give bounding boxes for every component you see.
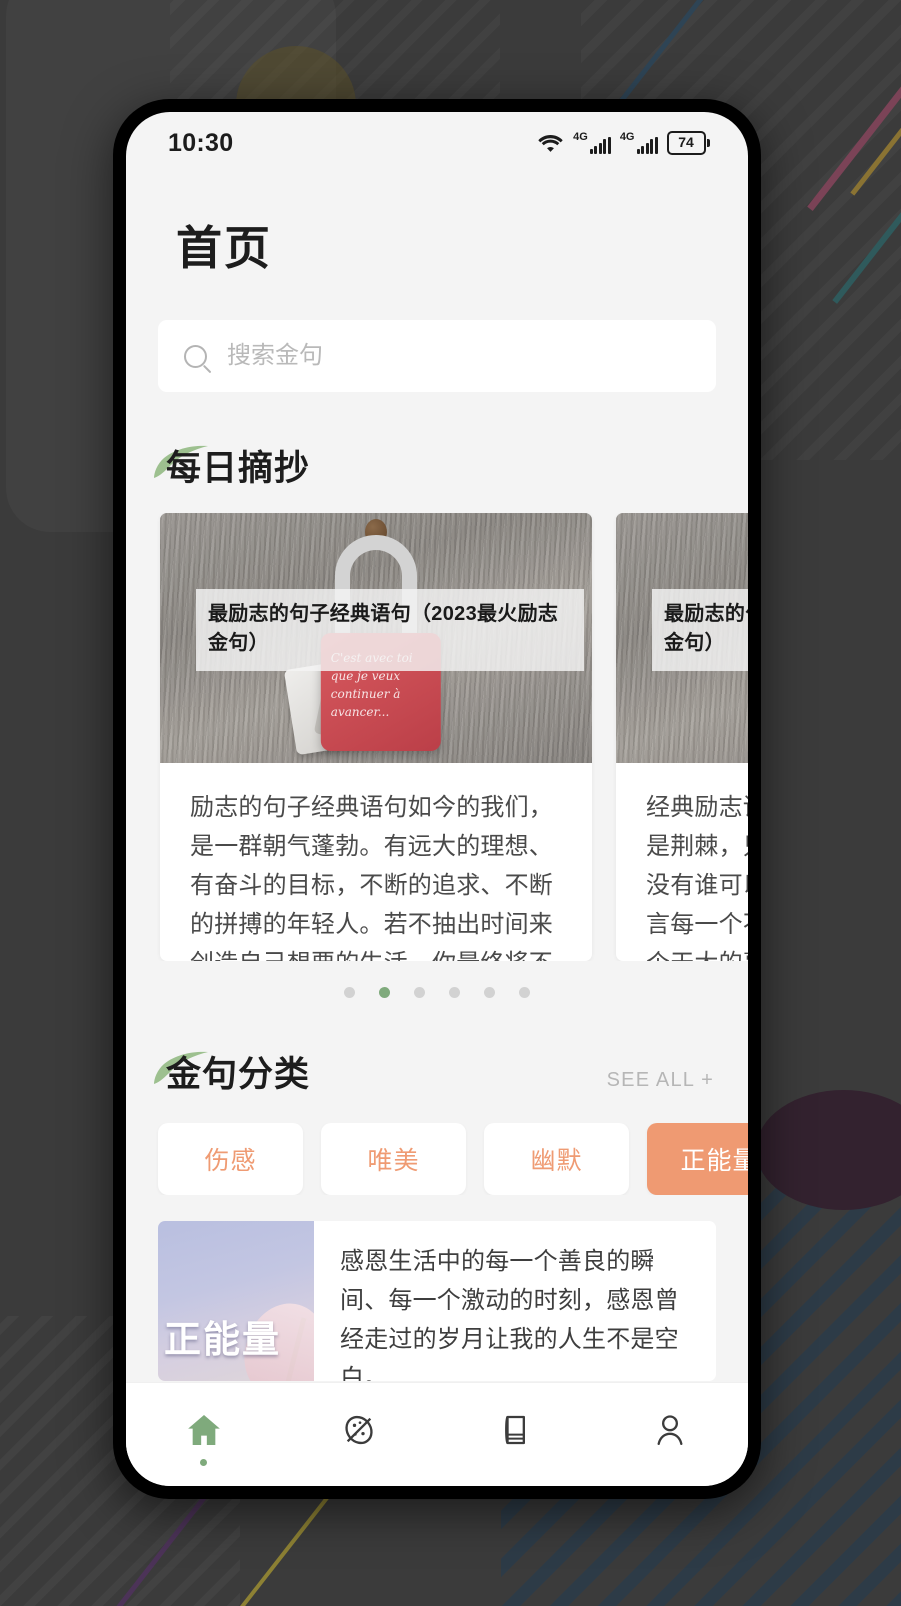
tab-discover[interactable]	[282, 1404, 438, 1466]
signal-2-label: 4G	[619, 131, 635, 143]
daily-card-image: C'est avec toi que je veux continuer à a…	[160, 513, 592, 763]
daily-carousel[interactable]: C'est avec toi que je veux continuer à a…	[126, 513, 748, 961]
battery-level-text: 74	[666, 131, 706, 155]
planet-icon	[345, 1415, 373, 1444]
daily-card-body: 经典励志语录人生的道路上，到处是荆棘，只有不断地努力拼搏，就没有谁可以阻挡得了我…	[646, 794, 748, 961]
daily-card-body: 励志的句子经典语句如今的我们，是一群朝气蓬勃。有远大的理想、有奋斗的目标，不断的…	[190, 794, 553, 961]
category-chip-youmo[interactable]: 幽默	[484, 1123, 629, 1195]
signal-1-label: 4G	[573, 131, 588, 143]
daily-title-wrap: 每日摘抄	[154, 440, 311, 491]
category-chip-weimei[interactable]: 唯美	[321, 1123, 466, 1195]
tab-profile[interactable]	[593, 1404, 749, 1466]
category-chip-zhengnengliang[interactable]: 正能量	[647, 1123, 748, 1195]
search-bar[interactable]	[158, 320, 716, 392]
carousel-dot[interactable]	[344, 987, 355, 998]
daily-card-image: 最励志的句子经典语句（2023最火励志金句）	[616, 513, 748, 763]
search-input[interactable]	[227, 342, 690, 370]
quote-text: 感恩生活中的每一个善良的瞬间、每一个激动的时刻，感恩曾经走过的岁月让我的人生不是…	[340, 1248, 679, 1381]
carousel-dot[interactable]	[519, 987, 530, 998]
signal-indicator-1: 4G	[573, 132, 611, 154]
carousel-dot[interactable]	[449, 987, 460, 998]
phone-frame: 10:30 4G 4G 74 首页 搜索金句 每日摘抄 que je veux …	[113, 99, 761, 1499]
home-icon	[187, 1414, 220, 1445]
tab-active-indicator	[200, 1458, 208, 1466]
battery-icon: 74	[666, 131, 710, 155]
status-indicators: 4G 4G 74	[537, 131, 710, 155]
status-bar: 10:30 4G 4G 74	[126, 112, 748, 174]
daily-section-header: 每日摘抄	[126, 440, 748, 491]
signal-indicator-2: 4G	[620, 132, 658, 154]
tab-library[interactable]	[437, 1404, 593, 1466]
carousel-dot[interactable]	[414, 987, 425, 998]
status-clock: 10:30	[168, 128, 234, 157]
home-content[interactable]: 首页 每日摘抄	[126, 174, 748, 1382]
quote-list-item[interactable]: 正能量 感恩生活中的每一个善良的瞬间、每一个激动的时刻，感恩曾经走过的岁月让我的…	[158, 1221, 716, 1381]
quote-thumbnail: 正能量	[158, 1221, 314, 1381]
tab-home[interactable]	[126, 1404, 282, 1466]
see-all-link[interactable]: SEE ALL +	[607, 1069, 714, 1097]
category-chip-list[interactable]: 伤感 唯美 幽默 正能量	[126, 1123, 748, 1195]
quote-thumbnail-label: 正能量	[164, 1319, 281, 1360]
daily-card[interactable]: C'est avec toi que je veux continuer à a…	[160, 513, 592, 961]
carousel-dot[interactable]	[484, 987, 495, 998]
daily-section-title: 每日摘抄	[166, 449, 311, 488]
search-icon	[184, 344, 207, 368]
phone-screen: 10:30 4G 4G 74 首页 搜索金句 每日摘抄 que je veux …	[126, 112, 748, 1486]
bottom-tab-bar[interactable]	[126, 1382, 748, 1486]
carousel-pagination[interactable]	[126, 987, 748, 998]
quote-list[interactable]: 正能量 感恩生活中的每一个善良的瞬间、每一个激动的时刻，感恩曾经走过的岁月让我的…	[126, 1221, 748, 1381]
person-icon	[657, 1414, 683, 1445]
carousel-dot-active[interactable]	[379, 987, 390, 998]
signal-1-bars	[589, 137, 611, 154]
daily-card-title: 最励志的句子经典语句（2023最火励志金句）	[196, 589, 584, 671]
categories-section-header: 金句分类 SEE ALL +	[126, 1046, 748, 1097]
categories-section-title: 金句分类	[166, 1055, 311, 1094]
battery-tip	[707, 139, 710, 147]
category-chip-shanggan[interactable]: 伤感	[158, 1123, 303, 1195]
categories-title-wrap: 金句分类	[154, 1046, 311, 1097]
signal-2-bars	[636, 137, 658, 154]
daily-card-title: 最励志的句子经典语句（2023最火励志金句）	[652, 589, 748, 671]
wifi-icon	[538, 135, 563, 152]
book-icon	[504, 1415, 525, 1444]
daily-card[interactable]: 最励志的句子经典语句（2023最火励志金句） 经典励志语录人生的道路上，到处是荆…	[616, 513, 748, 961]
page-title: 首页	[176, 222, 272, 274]
